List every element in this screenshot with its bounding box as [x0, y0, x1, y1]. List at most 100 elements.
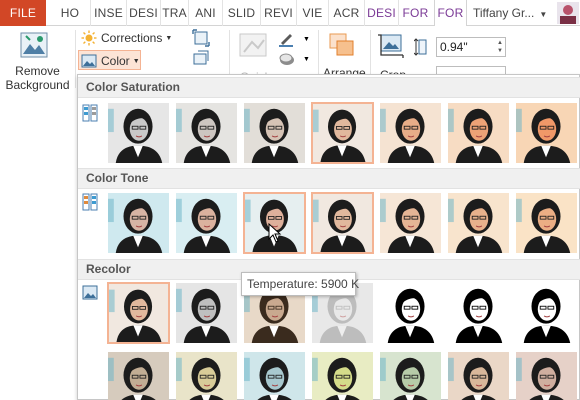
portrait-image — [516, 103, 577, 163]
color-button[interactable]: Color ▼ — [78, 50, 141, 70]
tab-design[interactable]: DESI — [126, 0, 160, 26]
shape-height-input[interactable]: 0.94" ▲ ▼ — [436, 37, 506, 57]
tab-drawing-design[interactable]: DESI — [364, 0, 398, 26]
portrait-image — [516, 352, 577, 400]
crop-icon[interactable] — [377, 31, 407, 59]
portrait-image — [244, 352, 305, 400]
remove-background-icon — [20, 32, 48, 58]
color-option-thumbnail[interactable] — [243, 351, 306, 400]
section-title: Recolor — [86, 262, 131, 276]
section-color-tone: Color Tone — [78, 168, 580, 189]
section-title: Color Tone — [86, 171, 149, 185]
portrait-image — [313, 104, 372, 162]
portrait-image — [516, 283, 577, 343]
color-option-thumbnail[interactable] — [311, 102, 374, 164]
shape-height-icon — [414, 38, 427, 56]
tab-animations[interactable]: ANI — [188, 0, 222, 26]
color-option-thumbnail[interactable] — [515, 282, 578, 344]
portrait-image — [380, 283, 441, 343]
color-option-thumbnail[interactable] — [311, 351, 374, 400]
color-option-thumbnail[interactable] — [379, 192, 442, 254]
portrait-image — [380, 193, 441, 253]
chevron-down-icon: ▼ — [303, 56, 310, 63]
portrait-image — [244, 103, 305, 163]
user-account[interactable]: Tiffany Gr... ▼ — [473, 0, 547, 26]
color-option-thumbnail[interactable] — [107, 351, 170, 400]
chevron-down-icon: ▼ — [539, 10, 548, 19]
portrait-image — [176, 283, 237, 343]
remove-background-button[interactable]: Remove Background — [0, 26, 75, 92]
corrections-button[interactable]: Corrections ▼ — [79, 28, 173, 48]
portrait-image — [176, 352, 237, 400]
color-label: Color — [101, 54, 130, 68]
quick-styles-icon[interactable] — [238, 30, 270, 60]
picture-effects-icon[interactable] — [278, 50, 296, 68]
tab-acrobat[interactable]: ACR — [328, 0, 364, 26]
color-option-thumbnail[interactable] — [175, 351, 238, 400]
color-option-thumbnail[interactable] — [447, 102, 510, 164]
chevron-down-icon: ▼ — [132, 57, 140, 65]
portrait-image — [380, 352, 441, 400]
portrait-image — [312, 352, 373, 400]
portrait-image — [108, 103, 169, 163]
color-option-thumbnail[interactable] — [515, 102, 578, 164]
tab-file[interactable]: FILE — [0, 0, 46, 26]
portrait-image — [108, 352, 169, 400]
tooltip-text: Temperature: 5900 K — [247, 277, 360, 291]
tab-picture-format[interactable]: FOR — [434, 0, 467, 27]
portrait-image — [176, 103, 237, 163]
portrait-image — [108, 193, 169, 253]
color-option-thumbnail[interactable] — [515, 192, 578, 254]
picture-color-icon — [81, 54, 97, 68]
color-option-thumbnail[interactable] — [175, 192, 238, 254]
color-option-thumbnail[interactable] — [447, 282, 510, 344]
chevron-down-icon: ▼ — [165, 34, 173, 42]
user-name: Tiffany Gr... — [473, 6, 535, 20]
compress-pictures-icon[interactable] — [192, 29, 210, 47]
portrait-image — [380, 103, 441, 163]
color-option-thumbnail[interactable] — [107, 102, 170, 164]
portrait-image — [516, 193, 577, 253]
portrait-image — [109, 284, 168, 342]
portrait-image — [448, 103, 509, 163]
color-gallery-dropdown: Color Saturation Color Tone Recolor Temp… — [77, 74, 580, 400]
color-option-thumbnail[interactable] — [311, 192, 374, 254]
portrait-image — [313, 194, 372, 252]
color-option-thumbnail[interactable] — [243, 102, 306, 164]
tab-view[interactable]: VIE — [296, 0, 328, 26]
color-option-thumbnail[interactable] — [107, 282, 170, 344]
tab-insert[interactable]: INSE — [90, 0, 126, 26]
tab-home[interactable]: HO — [55, 0, 85, 26]
divider — [75, 30, 76, 88]
color-option-thumbnail[interactable] — [175, 282, 238, 344]
powerpoint-window: FILE HO INSE DESI TRA ANI SLID REVI VIE … — [0, 0, 580, 400]
shape-height-value: 0.94" — [440, 40, 468, 54]
avatar[interactable] — [557, 2, 579, 24]
portrait-image — [448, 193, 509, 253]
color-option-thumbnail[interactable] — [107, 192, 170, 254]
spinner-arrows-icon[interactable]: ▲ ▼ — [497, 39, 503, 55]
color-option-thumbnail[interactable] — [379, 102, 442, 164]
color-option-thumbnail[interactable] — [447, 192, 510, 254]
sun-icon — [81, 30, 97, 46]
chevron-down-icon: ▼ — [303, 36, 310, 43]
color-option-thumbnail[interactable] — [447, 351, 510, 400]
portrait-image — [448, 283, 509, 343]
change-picture-icon[interactable] — [192, 50, 210, 68]
tab-transitions[interactable]: TRA — [160, 0, 188, 26]
tab-review[interactable]: REVI — [260, 0, 296, 26]
portrait-image — [448, 352, 509, 400]
color-option-thumbnail[interactable] — [515, 351, 578, 400]
tab-slide-show[interactable]: SLID — [222, 0, 260, 26]
color-option-thumbnail[interactable] — [175, 102, 238, 164]
saturation-icon — [82, 104, 98, 122]
portrait-image — [176, 193, 237, 253]
color-option-thumbnail[interactable] — [379, 282, 442, 344]
picture-border-icon[interactable] — [278, 29, 296, 47]
corrections-label: Corrections — [101, 31, 163, 45]
remove-background-label: Remove Background — [5, 64, 70, 92]
color-option-thumbnail[interactable] — [379, 351, 442, 400]
ribbon-tab-bar: FILE HO INSE DESI TRA ANI SLID REVI VIE … — [0, 0, 580, 27]
arrange-icon[interactable] — [328, 32, 356, 58]
tab-drawing-format[interactable]: FOR — [398, 0, 432, 26]
